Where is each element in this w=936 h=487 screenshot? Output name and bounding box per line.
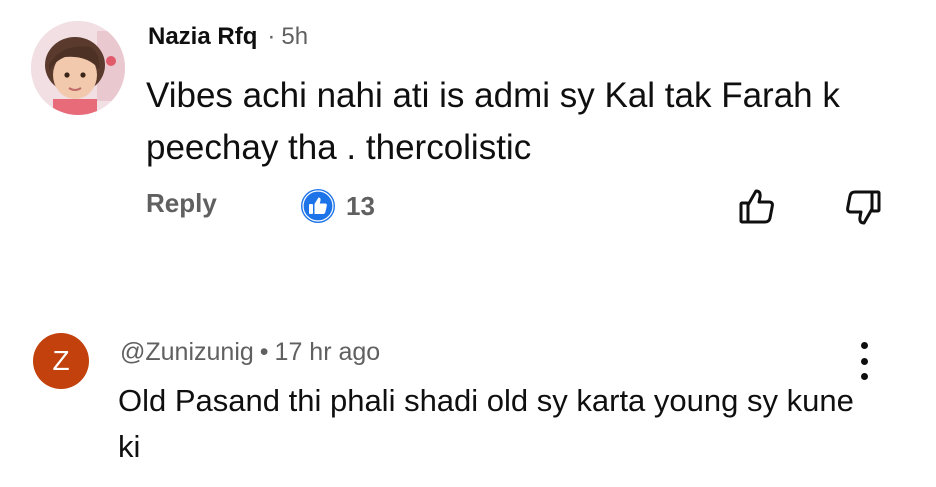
meta-separator: • [259,338,269,366]
kebab-dot [860,342,868,349]
thumbs-up-outline-icon[interactable] [736,186,778,228]
more-vert-icon[interactable] [854,340,874,382]
reply-button[interactable]: Reply [146,188,217,219]
thumbs-down-outline-icon[interactable] [842,186,884,228]
comment-meta: @Zunizunig • 17 hr ago [120,338,380,367]
comment-meta: Nazia Rfq · 5h [148,23,308,51]
comment-author[interactable]: @Zunizunig [120,338,254,366]
avatar-letter: Z [52,345,70,376]
kebab-dot [860,373,868,380]
meta-separator: · [267,23,276,50]
avatar-photo [31,21,125,115]
avatar[interactable] [31,21,125,115]
comment-text: Old Pasand thi phali shadi old sy karta … [118,383,854,464]
comment-timestamp: 5h [281,23,309,50]
kebab-dot [860,357,868,365]
thumbs-up-icon [300,188,336,224]
avatar[interactable]: Z [33,333,89,389]
comment-text: Vibes achi nahi ati is admi sy Kal tak F… [146,76,840,167]
comment-timestamp: 17 hr ago [274,338,381,366]
comment-author[interactable]: Nazia Rfq [148,23,257,50]
like-count: 13 [346,191,375,221]
